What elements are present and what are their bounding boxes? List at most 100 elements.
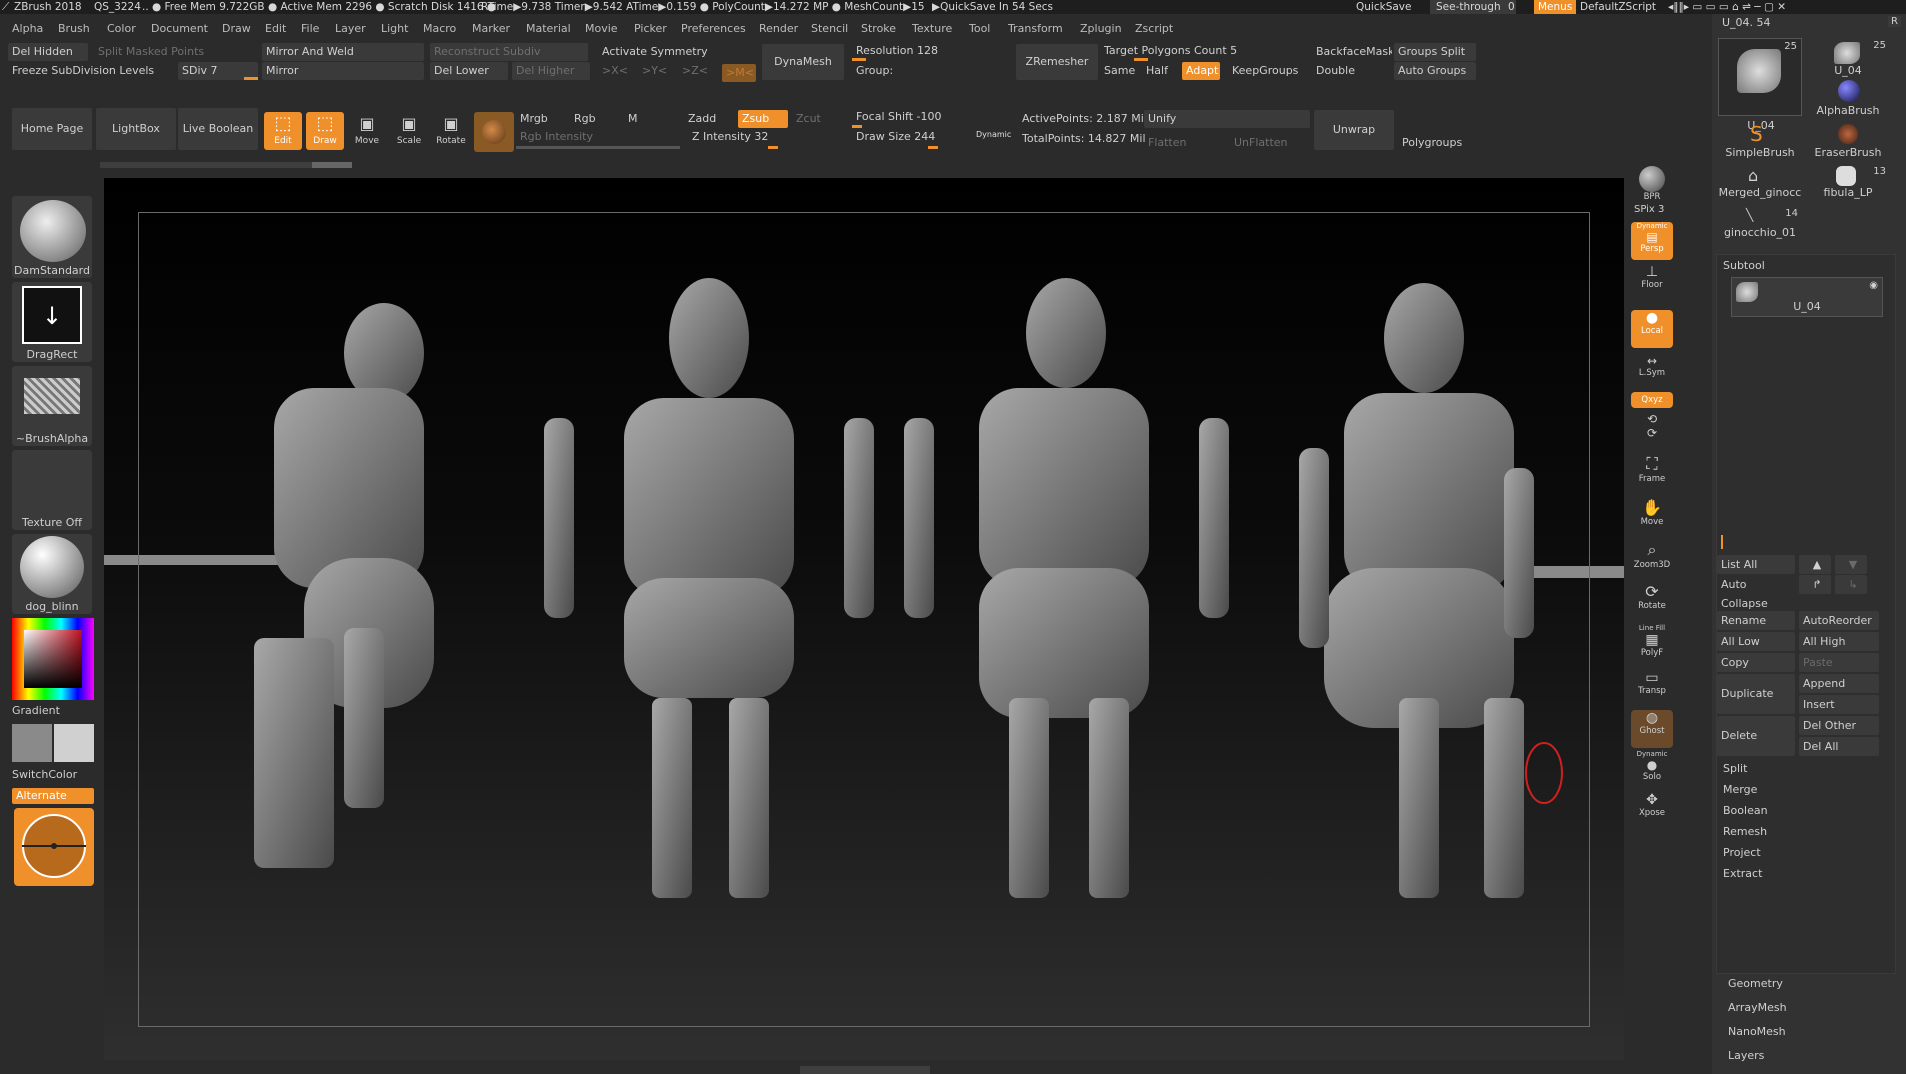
draw-size-slider[interactable]: Draw Size 244	[852, 128, 972, 146]
menu-light[interactable]: Light	[381, 20, 408, 38]
menu-layer[interactable]: Layer	[335, 20, 366, 38]
rotate-mode-button[interactable]: ▣ Rotate	[432, 112, 470, 150]
move-up-icon[interactable]: ▲	[1799, 555, 1831, 574]
freeze-subdivision-button[interactable]: Freeze SubDivision Levels	[8, 62, 178, 80]
bottom-tray-handle[interactable]	[800, 1066, 930, 1074]
menu-edit[interactable]: Edit	[265, 20, 286, 38]
mrgb-button[interactable]: Mrgb	[516, 110, 566, 128]
material-swatch-button[interactable]	[474, 112, 514, 152]
alternate-button[interactable]: Alternate	[12, 788, 94, 804]
del-hidden-button[interactable]: Del Hidden	[8, 43, 88, 61]
move-down-icon[interactable]: ▼	[1835, 555, 1867, 574]
xpose-button[interactable]: ✥ Xpose	[1631, 792, 1673, 830]
transp-button[interactable]: ▭ Transp	[1631, 670, 1673, 708]
menu-zscript[interactable]: Zscript	[1135, 20, 1173, 38]
mirror-m-button[interactable]: >M<	[722, 64, 756, 82]
frame-button[interactable]: ⛶ Frame	[1631, 454, 1673, 492]
tool-thumb-eraserbrush[interactable]: EraserBrush	[1806, 122, 1890, 159]
lsym-button[interactable]: ↔ L.Sym	[1631, 354, 1673, 392]
project-section[interactable]: Project	[1717, 843, 1897, 863]
tool-thumb-u04[interactable]: 25 U_04	[1806, 38, 1890, 77]
unwrap-button[interactable]: Unwrap	[1314, 110, 1394, 150]
auto-groups-button[interactable]: Auto Groups	[1394, 62, 1476, 80]
menu-file[interactable]: File	[301, 20, 319, 38]
scale-mode-button[interactable]: ▣ Scale	[390, 112, 428, 150]
delete-button[interactable]: Delete	[1717, 716, 1795, 756]
arraymesh-section[interactable]: ArrayMesh	[1722, 998, 1902, 1018]
menu-marker[interactable]: Marker	[472, 20, 510, 38]
del-higher-button[interactable]: Del Higher	[512, 62, 590, 80]
m-button[interactable]: M	[624, 110, 674, 128]
rotate-view-button[interactable]: ⟳ Rotate	[1631, 582, 1673, 620]
rgb-button[interactable]: Rgb	[570, 110, 620, 128]
quicksave-button[interactable]: QuickSave	[1356, 0, 1411, 14]
mirror-z-button[interactable]: >Z<	[678, 62, 708, 80]
z-intensity-slider[interactable]: Z Intensity 32	[688, 128, 848, 146]
mirror-y-button[interactable]: >Y<	[638, 62, 668, 80]
del-lower-button[interactable]: Del Lower	[430, 62, 508, 80]
xyz-button[interactable]: Qxyz	[1631, 392, 1673, 408]
polyf-button[interactable]: Line Fill ▦ PolyF	[1631, 624, 1673, 662]
current-tool-slider[interactable]: U_04. 54	[1722, 16, 1771, 29]
zcut-button[interactable]: Zcut	[792, 110, 842, 128]
live-boolean-button[interactable]: Live Boolean	[178, 108, 258, 150]
menu-material[interactable]: Material	[526, 20, 571, 38]
menu-color[interactable]: Color	[107, 20, 136, 38]
stroke-selector[interactable]: ↓ DragRect	[12, 282, 92, 362]
spix-slider[interactable]: SPix 3	[1634, 204, 1664, 215]
tool-thumb-u04-main[interactable]: 25 U_04	[1718, 38, 1802, 132]
dynamic-toggle[interactable]: Dynamic	[976, 130, 1011, 139]
layout-icons[interactable]: ◂‖‖▸ ▭ ▭ ▭ ⌂ ⇌ ─ ▢ ✕	[1668, 0, 1786, 14]
default-zscript[interactable]: DefaultZScript	[1580, 0, 1656, 14]
menu-alpha[interactable]: Alpha	[12, 20, 43, 38]
menu-texture[interactable]: Texture	[912, 20, 952, 38]
subtool-item[interactable]: ◉ U_04	[1731, 277, 1883, 317]
arrow-right-icon[interactable]: ↱	[1799, 575, 1831, 594]
remesh-section[interactable]: Remesh	[1717, 822, 1897, 842]
secondary-color-swatch[interactable]	[54, 724, 94, 762]
same-button[interactable]: Same	[1100, 62, 1136, 80]
autoreorder-button[interactable]: AutoReorder	[1799, 611, 1879, 630]
floor-button[interactable]: ⊥ Floor	[1631, 264, 1673, 302]
subtool-visibility-icon[interactable]: ◉	[1869, 280, 1878, 291]
mirror-button[interactable]: Mirror	[262, 62, 424, 80]
boolean-section[interactable]: Boolean	[1717, 801, 1897, 821]
duplicate-button[interactable]: Duplicate	[1717, 674, 1795, 714]
activate-symmetry-button[interactable]: Activate Symmetry	[598, 43, 758, 61]
del-all-button[interactable]: Del All	[1799, 737, 1879, 756]
copy-button[interactable]: Copy	[1717, 653, 1795, 672]
tool-thumb-alphabrush[interactable]: AlphaBrush	[1806, 78, 1890, 117]
menu-transform[interactable]: Transform	[1008, 20, 1063, 38]
merge-section[interactable]: Merge	[1717, 780, 1897, 800]
keepgroups-button[interactable]: KeepGroups	[1228, 62, 1304, 80]
list-all-button[interactable]: List All	[1717, 555, 1795, 574]
home-page-button[interactable]: Home Page	[12, 108, 92, 150]
persp-button[interactable]: Dynamic ▤ Persp	[1631, 222, 1673, 260]
solo-button[interactable]: Dynamic ● Solo	[1631, 750, 1673, 788]
mirror-weld-button[interactable]: Mirror And Weld	[262, 43, 424, 61]
layers-section[interactable]: Layers	[1722, 1046, 1902, 1066]
material-selector[interactable]: dog_blinn	[12, 534, 92, 614]
tool-thumb-fibula-lp[interactable]: 13 fibula_LP	[1806, 164, 1890, 200]
arrow-return-icon[interactable]: ↳	[1835, 575, 1867, 594]
menu-stroke[interactable]: Stroke	[861, 20, 896, 38]
menu-tool[interactable]: Tool	[969, 20, 990, 38]
reset-button[interactable]: R	[1888, 16, 1901, 27]
rgb-intensity-slider[interactable]: Rgb Intensity	[516, 128, 676, 146]
subtool-header[interactable]: Subtool	[1723, 259, 1765, 272]
del-other-button[interactable]: Del Other	[1799, 716, 1879, 735]
menu-macro[interactable]: Macro	[423, 20, 456, 38]
alpha-selector[interactable]: ~BrushAlpha	[12, 366, 92, 446]
geometry-section[interactable]: Geometry	[1722, 974, 1902, 994]
main-color-swatch[interactable]	[12, 724, 52, 762]
reconstruct-subdiv-button[interactable]: Reconstruct Subdiv	[430, 43, 588, 61]
polygroups-button[interactable]: Polygroups	[1398, 134, 1478, 152]
flatten-button[interactable]: Flatten	[1144, 134, 1224, 152]
all-low-button[interactable]: All Low	[1717, 632, 1795, 651]
tool-thumb-ginocchio[interactable]: ╲ 14 ginocchio_01	[1718, 206, 1802, 242]
rotation-axis-icons[interactable]: ⟲ ⟳	[1631, 412, 1673, 444]
menu-picker[interactable]: Picker	[634, 20, 667, 38]
zoom3d-button[interactable]: ⌕ Zoom3D	[1631, 540, 1673, 578]
tool-thumb-simplebrush[interactable]: S SimpleBrush	[1718, 122, 1802, 159]
menu-document[interactable]: Document	[151, 20, 208, 38]
